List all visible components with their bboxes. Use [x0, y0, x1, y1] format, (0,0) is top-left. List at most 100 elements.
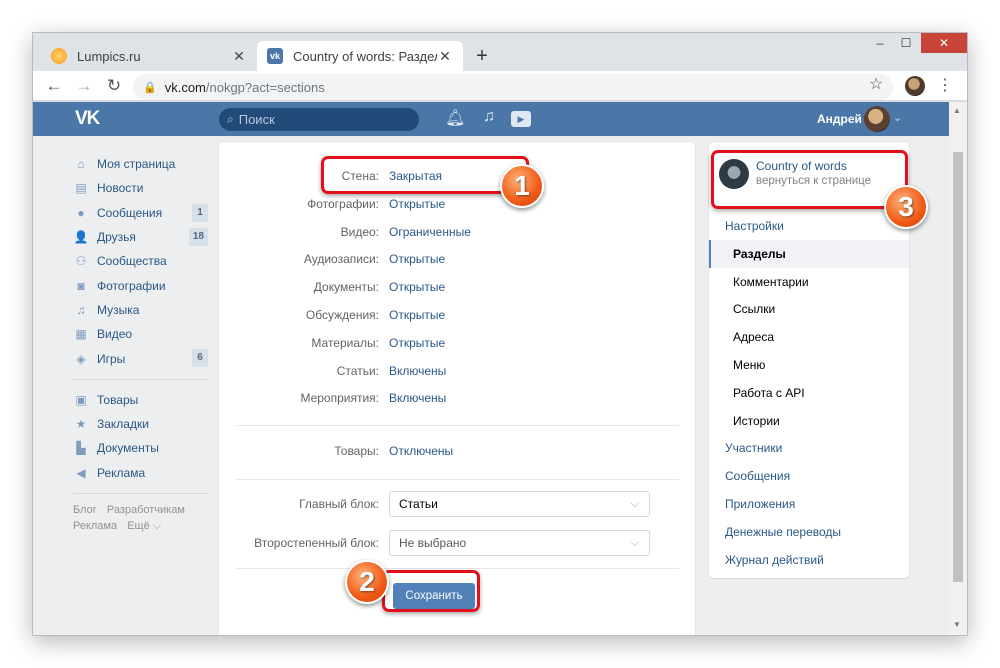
sidebar-item[interactable]: ⚇ Сообщества: [73, 249, 208, 273]
menu-item[interactable]: Участники: [709, 434, 909, 462]
sidebar-item-label: Видео: [97, 327, 133, 342]
bag-icon: ▣: [75, 392, 87, 407]
maximize-button[interactable]: ☐: [893, 33, 919, 53]
home-icon: ⌂: [77, 157, 85, 172]
setting-row[interactable]: Видео: Ограниченные: [219, 222, 695, 242]
user-name[interactable]: Андрей: [817, 112, 862, 126]
vk-favicon-icon: vk: [267, 48, 283, 64]
setting-value-link[interactable]: Отключены: [389, 444, 453, 458]
scroll-up-arrow-icon[interactable]: ▲: [953, 106, 961, 115]
sidebar-item[interactable]: ▤ Новости: [73, 176, 208, 200]
bell-icon[interactable]: 🔔︎: [445, 108, 465, 128]
tab-country-of-words[interactable]: vk Country of words: Разделы ✕: [257, 41, 463, 71]
menu-item[interactable]: Денежные переводы: [709, 518, 909, 546]
divider: [235, 568, 679, 569]
minimize-button[interactable]: ‒: [867, 33, 893, 53]
video-play-icon[interactable]: ▶: [511, 111, 531, 127]
setting-row[interactable]: Материалы: Открытые: [219, 333, 695, 353]
tab-lumpics[interactable]: Lumpics.ru ✕: [41, 41, 257, 71]
sidebar-item[interactable]: ◈ Игры 6: [73, 346, 208, 370]
setting-value-link[interactable]: Включены: [389, 391, 446, 405]
sidebar-item[interactable]: ● Сообщения 1: [73, 201, 208, 225]
address-bar[interactable]: 🔒 vk.com/nokgp?act=sections: [133, 74, 893, 100]
message-icon: ●: [77, 205, 85, 220]
secondary-block-label: Второстепенный блок:: [254, 536, 379, 550]
search-input[interactable]: ⌕ Поиск: [219, 108, 419, 131]
divider: [235, 479, 679, 480]
sidebar-item[interactable]: ♫ Музыка: [73, 298, 208, 322]
sidebar-item-label: Моя страница: [97, 157, 176, 172]
back-button[interactable]: ←: [43, 75, 65, 97]
sidebar-item-label: Новости: [97, 181, 144, 196]
window-close-button[interactable]: ✕: [921, 33, 967, 53]
profile-avatar[interactable]: [905, 76, 925, 96]
setting-row[interactable]: Фотографии: Открытые: [219, 194, 695, 214]
sidebar-item[interactable]: ▦ Видео: [73, 322, 208, 346]
user-avatar[interactable]: [864, 106, 890, 132]
setting-value-link[interactable]: Открытые: [389, 280, 445, 294]
setting-value-link[interactable]: Включены: [389, 364, 446, 378]
sidebar-item[interactable]: ▙ Документы: [73, 436, 208, 460]
secondary-block-select[interactable]: Не выбрано ⌵: [389, 530, 650, 556]
menu-item[interactable]: Настройки: [709, 212, 909, 240]
scrollbar-thumb[interactable]: [953, 152, 963, 582]
divider: [73, 492, 208, 494]
main-block-select[interactable]: Статьи ⌵: [389, 491, 650, 517]
sidebar-item[interactable]: 👤 Друзья 18: [73, 225, 208, 249]
menu-item[interactable]: Журнал действий: [709, 546, 909, 574]
main-block-label: Главный блок:: [299, 497, 379, 511]
setting-label: Фотографии:: [307, 196, 379, 211]
new-tab-button[interactable]: +: [471, 45, 493, 67]
sidebar-item[interactable]: ◙ Фотографии: [73, 273, 208, 297]
music-icon: ♫: [76, 302, 86, 317]
menu-item[interactable]: Разделы: [709, 239, 909, 268]
gamepad-icon: ◈: [76, 351, 86, 366]
setting-row[interactable]: Обсуждения: Открытые: [219, 305, 695, 325]
footer-link-developers[interactable]: Разработчикам: [107, 504, 185, 516]
scroll-down-arrow-icon[interactable]: ▼: [953, 620, 961, 629]
menu-item[interactable]: Сообщения: [709, 462, 909, 490]
setting-row[interactable]: Документы: Открытые: [219, 277, 695, 297]
setting-value-link[interactable]: Открытые: [389, 252, 445, 266]
vk-logo[interactable]: VK: [75, 108, 100, 130]
scrollbar[interactable]: ▲ ▼: [949, 102, 967, 635]
menu-item[interactable]: Меню: [709, 351, 909, 379]
forward-button[interactable]: →: [73, 75, 95, 97]
footer-link-more[interactable]: Ещё ⌵: [127, 520, 161, 532]
setting-row[interactable]: Аудиозаписи: Открытые: [219, 249, 695, 269]
menu-item[interactable]: Приложения: [709, 490, 909, 518]
setting-value-link[interactable]: Ограниченные: [389, 225, 471, 239]
footer-link-ads[interactable]: Реклама: [73, 520, 117, 532]
music-icon[interactable]: ♫: [483, 108, 495, 126]
menu-kebab-icon[interactable]: ⋮: [937, 75, 953, 95]
setting-row[interactable]: Мероприятия: Включены: [219, 388, 695, 408]
menu-item[interactable]: Истории: [709, 407, 909, 435]
highlight-wall-setting: [321, 156, 529, 194]
footer-link-blog[interactable]: Блог: [73, 504, 97, 516]
sidebar-item-label: Товары: [97, 392, 139, 407]
sidebar-item[interactable]: ▣ Товары: [73, 388, 208, 412]
menu-item[interactable]: Комментарии: [709, 268, 909, 296]
setting-value-link[interactable]: Открытые: [389, 308, 445, 322]
menu-item[interactable]: Адреса: [709, 323, 909, 351]
bookmark-star-icon[interactable]: ☆: [869, 74, 883, 94]
sidebar-item-label: Игры: [97, 351, 126, 366]
tab-close-icon[interactable]: ✕: [231, 48, 247, 65]
setting-row[interactable]: Статьи: Включены: [219, 361, 695, 381]
sidebar-item[interactable]: ◀ Реклама: [73, 461, 208, 485]
sidebar-item[interactable]: ⌂ Моя страница: [73, 152, 208, 176]
sidebar-item-label: Сообщества: [97, 254, 167, 269]
setting-value-link[interactable]: Открытые: [389, 336, 445, 350]
chevron-down-icon[interactable]: ⌄: [893, 111, 902, 124]
setting-row-goods[interactable]: Товары: Отключены: [219, 441, 695, 461]
setting-value-link[interactable]: Открытые: [389, 197, 445, 211]
sidebar-item[interactable]: ★ Закладки: [73, 412, 208, 436]
menu-item[interactable]: Ссылки: [709, 295, 909, 323]
sidebar-item-label: Реклама: [97, 465, 146, 480]
tab-close-icon[interactable]: ✕: [437, 48, 453, 65]
counter-badge: 1: [192, 203, 208, 222]
menu-item[interactable]: Работа с API: [709, 379, 909, 407]
secondary-block-value: Не выбрано: [399, 536, 467, 550]
video-icon: ▦: [75, 327, 87, 342]
reload-button[interactable]: ↻: [103, 75, 125, 97]
